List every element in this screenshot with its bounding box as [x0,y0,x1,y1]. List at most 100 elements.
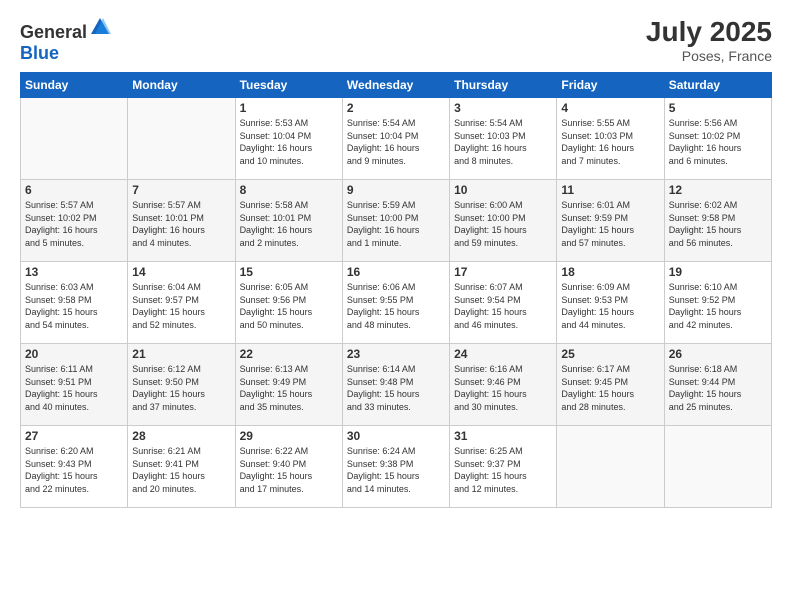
calendar-week-row: 6 Sunrise: 5:57 AM Sunset: 10:02 PM Dayli… [21,180,772,262]
table-row: 7 Sunrise: 5:57 AM Sunset: 10:01 PM Dayli… [128,180,235,262]
table-row: 28Sunrise: 6:21 AM Sunset: 9:41 PM Dayli… [128,426,235,508]
day-info: Sunrise: 6:00 AM Sunset: 10:00 PM Daylig… [454,199,552,249]
table-row: 21Sunrise: 6:12 AM Sunset: 9:50 PM Dayli… [128,344,235,426]
day-number: 5 [669,101,767,115]
day-number: 14 [132,265,230,279]
day-info: Sunrise: 6:14 AM Sunset: 9:48 PM Dayligh… [347,363,445,413]
day-number: 27 [25,429,123,443]
logo-general: General [20,22,87,42]
table-row: 10Sunrise: 6:00 AM Sunset: 10:00 PM Dayl… [450,180,557,262]
table-row: 4 Sunrise: 5:55 AM Sunset: 10:03 PM Dayli… [557,98,664,180]
table-row: 26Sunrise: 6:18 AM Sunset: 9:44 PM Dayli… [664,344,771,426]
table-row: 24Sunrise: 6:16 AM Sunset: 9:46 PM Dayli… [450,344,557,426]
day-info: Sunrise: 6:06 AM Sunset: 9:55 PM Dayligh… [347,281,445,331]
table-row: 20 Sunrise: 6:11 AM Sunset: 9:51 PM Dayli… [21,344,128,426]
day-number: 31 [454,429,552,443]
table-row: 11 Sunrise: 6:01 AM Sunset: 9:59 PM Dayli… [557,180,664,262]
day-number: 15 [240,265,338,279]
table-row: 6 Sunrise: 5:57 AM Sunset: 10:02 PM Dayli… [21,180,128,262]
table-row: 31 Sunrise: 6:25 AM Sunset: 9:37 PM Dayli… [450,426,557,508]
location: Poses, France [646,48,772,64]
table-row: 25Sunrise: 6:17 AM Sunset: 9:45 PM Dayli… [557,344,664,426]
header-monday: Monday [128,73,235,98]
title-area: July 2025 Poses, France [646,16,772,64]
table-row: 2Sunrise: 5:54 AM Sunset: 10:04 PM Dayli… [342,98,449,180]
day-number: 16 [347,265,445,279]
table-row: 19 Sunrise: 6:10 AM Sunset: 9:52 PM Dayli… [664,262,771,344]
logo: General Blue [20,16,111,64]
day-number: 18 [561,265,659,279]
table-row: 5 Sunrise: 5:56 AM Sunset: 10:02 PM Dayli… [664,98,771,180]
header-tuesday: Tuesday [235,73,342,98]
calendar-week-row: 13 Sunrise: 6:03 AM Sunset: 9:58 PM Dayli… [21,262,772,344]
table-row: 22 Sunrise: 6:13 AM Sunset: 9:49 PM Dayli… [235,344,342,426]
day-info: Sunrise: 5:55 AM Sunset: 10:03 PM Daylig… [561,117,659,167]
table-row [557,426,664,508]
day-info: Sunrise: 6:03 AM Sunset: 9:58 PM Dayligh… [25,281,123,331]
table-row: 27 Sunrise: 6:20 AM Sunset: 9:43 PM Dayli… [21,426,128,508]
table-row: 17Sunrise: 6:07 AM Sunset: 9:54 PM Dayli… [450,262,557,344]
day-number: 7 [132,183,230,197]
day-number: 22 [240,347,338,361]
day-info: Sunrise: 6:24 AM Sunset: 9:38 PM Dayligh… [347,445,445,495]
day-number: 1 [240,101,338,115]
page: General Blue July 2025 Poses, France Sun… [0,0,792,612]
day-number: 19 [669,265,767,279]
day-number: 2 [347,101,445,115]
table-row: 14 Sunrise: 6:04 AM Sunset: 9:57 PM Dayli… [128,262,235,344]
day-info: Sunrise: 5:57 AM Sunset: 10:02 PM Daylig… [25,199,123,249]
day-info: Sunrise: 6:22 AM Sunset: 9:40 PM Dayligh… [240,445,338,495]
table-row: 9Sunrise: 5:59 AM Sunset: 10:00 PM Dayli… [342,180,449,262]
day-info: Sunrise: 5:57 AM Sunset: 10:01 PM Daylig… [132,199,230,249]
day-number: 25 [561,347,659,361]
day-info: Sunrise: 5:56 AM Sunset: 10:02 PM Daylig… [669,117,767,167]
day-number: 12 [669,183,767,197]
table-row: 12Sunrise: 6:02 AM Sunset: 9:58 PM Dayli… [664,180,771,262]
day-number: 23 [347,347,445,361]
day-info: Sunrise: 6:20 AM Sunset: 9:43 PM Dayligh… [25,445,123,495]
table-row: 30 Sunrise: 6:24 AM Sunset: 9:38 PM Dayli… [342,426,449,508]
calendar-week-row: 1 Sunrise: 5:53 AM Sunset: 10:04 PM Dayli… [21,98,772,180]
table-row: 13 Sunrise: 6:03 AM Sunset: 9:58 PM Dayli… [21,262,128,344]
day-number: 8 [240,183,338,197]
day-info: Sunrise: 5:58 AM Sunset: 10:01 PM Daylig… [240,199,338,249]
day-number: 30 [347,429,445,443]
table-row [21,98,128,180]
day-number: 29 [240,429,338,443]
day-info: Sunrise: 6:25 AM Sunset: 9:37 PM Dayligh… [454,445,552,495]
header-sunday: Sunday [21,73,128,98]
day-number: 26 [669,347,767,361]
table-row: 3 Sunrise: 5:54 AM Sunset: 10:03 PM Dayli… [450,98,557,180]
table-row: 15Sunrise: 6:05 AM Sunset: 9:56 PM Dayli… [235,262,342,344]
day-info: Sunrise: 6:04 AM Sunset: 9:57 PM Dayligh… [132,281,230,331]
header: General Blue July 2025 Poses, France [20,16,772,64]
header-saturday: Saturday [664,73,771,98]
day-info: Sunrise: 6:10 AM Sunset: 9:52 PM Dayligh… [669,281,767,331]
table-row: 1 Sunrise: 5:53 AM Sunset: 10:04 PM Dayli… [235,98,342,180]
calendar-week-row: 20 Sunrise: 6:11 AM Sunset: 9:51 PM Dayli… [21,344,772,426]
day-info: Sunrise: 6:09 AM Sunset: 9:53 PM Dayligh… [561,281,659,331]
day-info: Sunrise: 6:07 AM Sunset: 9:54 PM Dayligh… [454,281,552,331]
day-number: 11 [561,183,659,197]
day-info: Sunrise: 6:11 AM Sunset: 9:51 PM Dayligh… [25,363,123,413]
day-info: Sunrise: 5:54 AM Sunset: 10:03 PM Daylig… [454,117,552,167]
logo-blue: Blue [20,43,59,63]
table-row [128,98,235,180]
day-info: Sunrise: 6:16 AM Sunset: 9:46 PM Dayligh… [454,363,552,413]
table-row: 8 Sunrise: 5:58 AM Sunset: 10:01 PM Dayli… [235,180,342,262]
month-title: July 2025 [646,16,772,48]
day-number: 20 [25,347,123,361]
day-info: Sunrise: 5:53 AM Sunset: 10:04 PM Daylig… [240,117,338,167]
day-number: 28 [132,429,230,443]
day-number: 6 [25,183,123,197]
day-number: 13 [25,265,123,279]
table-row [664,426,771,508]
day-info: Sunrise: 6:13 AM Sunset: 9:49 PM Dayligh… [240,363,338,413]
day-number: 4 [561,101,659,115]
day-info: Sunrise: 5:59 AM Sunset: 10:00 PM Daylig… [347,199,445,249]
day-number: 3 [454,101,552,115]
header-wednesday: Wednesday [342,73,449,98]
day-number: 21 [132,347,230,361]
day-info: Sunrise: 6:01 AM Sunset: 9:59 PM Dayligh… [561,199,659,249]
table-row: 29 Sunrise: 6:22 AM Sunset: 9:40 PM Dayli… [235,426,342,508]
